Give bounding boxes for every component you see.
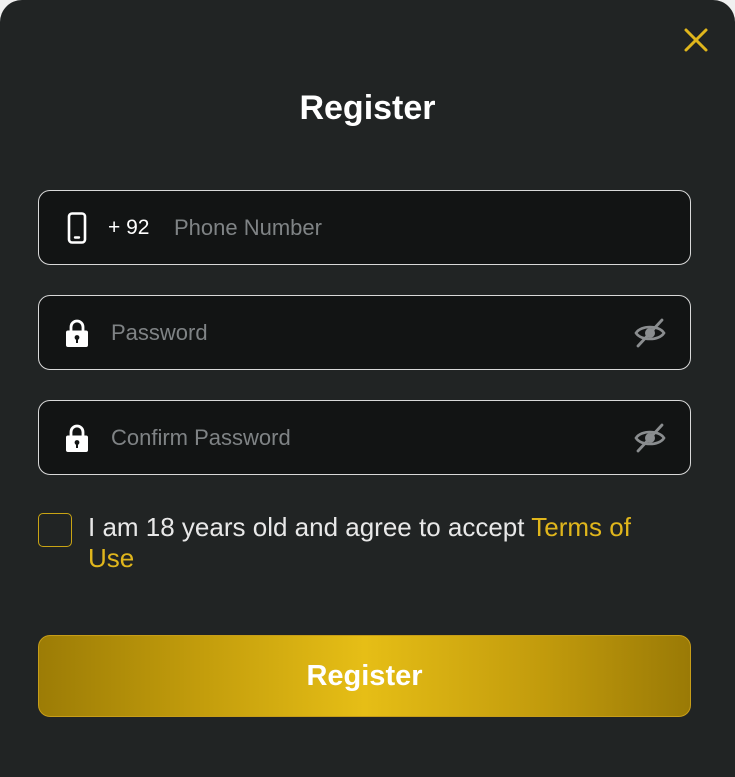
country-code[interactable]: + 92 — [108, 215, 149, 241]
agreement-label: I am 18 years old and agree to accept — [88, 512, 532, 542]
close-button[interactable] — [680, 24, 712, 56]
phone-number-input[interactable] — [174, 207, 654, 248]
lock-icon — [64, 316, 90, 350]
eye-slash-icon — [634, 423, 666, 452]
lock-icon — [64, 421, 90, 455]
smartphone-icon — [64, 211, 90, 245]
phone-field[interactable]: + 92 — [38, 190, 691, 265]
confirm-password-input[interactable] — [111, 417, 611, 458]
register-button[interactable]: Register — [38, 635, 691, 717]
eye-slash-icon — [634, 318, 666, 347]
close-icon — [684, 28, 708, 52]
confirm-password-visibility-toggle[interactable] — [633, 421, 667, 455]
agreement-text: I am 18 years old and agree to accept Te… — [88, 512, 678, 574]
password-visibility-toggle[interactable] — [633, 316, 667, 350]
register-dialog: Register + 92 Phone Number I am 18 years… — [0, 0, 735, 777]
age-terms-checkbox[interactable] — [38, 513, 72, 547]
dialog-title: Register — [299, 89, 436, 127]
password-field[interactable] — [38, 295, 691, 370]
password-input[interactable] — [111, 312, 611, 353]
confirm-password-field[interactable] — [38, 400, 691, 475]
